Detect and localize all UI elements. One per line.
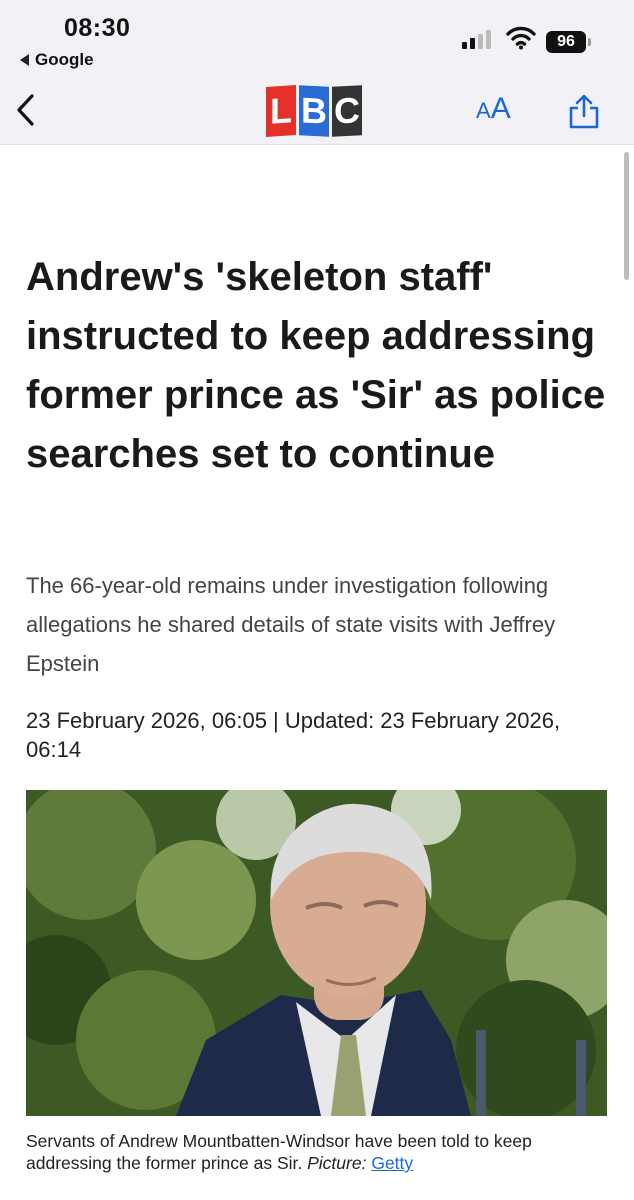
status-time: 08:30: [64, 14, 131, 42]
logo-letter-c: C: [332, 85, 362, 137]
share-icon[interactable]: [566, 92, 602, 130]
battery-nub: [588, 38, 591, 46]
logo-letter-l: L: [266, 84, 296, 138]
back-app-label: Google: [35, 50, 94, 69]
logo-letter-b: B: [299, 85, 329, 137]
article-dateline: 23 February 2026, 06:05 | Updated: 23 Fe…: [26, 708, 561, 762]
text-size-large-a: A: [490, 92, 511, 125]
cellular-signal-icon: [462, 30, 491, 49]
caption-credit-label: Picture:: [307, 1153, 367, 1173]
photo-caption: Servants of Andrew Mountbatten-Windsor h…: [26, 1130, 616, 1174]
scrollbar[interactable]: [624, 152, 629, 280]
caption-text: Servants of Andrew Mountbatten-Windsor h…: [26, 1131, 532, 1173]
article-standfirst: The 66-year-old remains under investigat…: [26, 573, 556, 676]
battery-indicator: 96: [546, 31, 586, 53]
lbc-logo[interactable]: L B C: [266, 84, 362, 138]
caption-credit-link[interactable]: Getty: [371, 1153, 413, 1173]
text-size-small-a: A: [476, 98, 491, 123]
article-headline: Andrew's 'skeleton staff' instructed to …: [26, 255, 606, 476]
status-bar: 08:30 Google 96: [0, 0, 634, 78]
text-size-button[interactable]: AA: [476, 92, 511, 126]
article-photo-image: [26, 790, 607, 1116]
browser-toolbar: L B C AA: [0, 78, 634, 145]
wifi-icon: [506, 26, 536, 50]
chevron-left-icon[interactable]: [12, 92, 42, 128]
back-arrow-icon: [20, 54, 29, 66]
back-to-app-link[interactable]: Google: [20, 50, 94, 70]
article-photo[interactable]: [26, 790, 607, 1116]
